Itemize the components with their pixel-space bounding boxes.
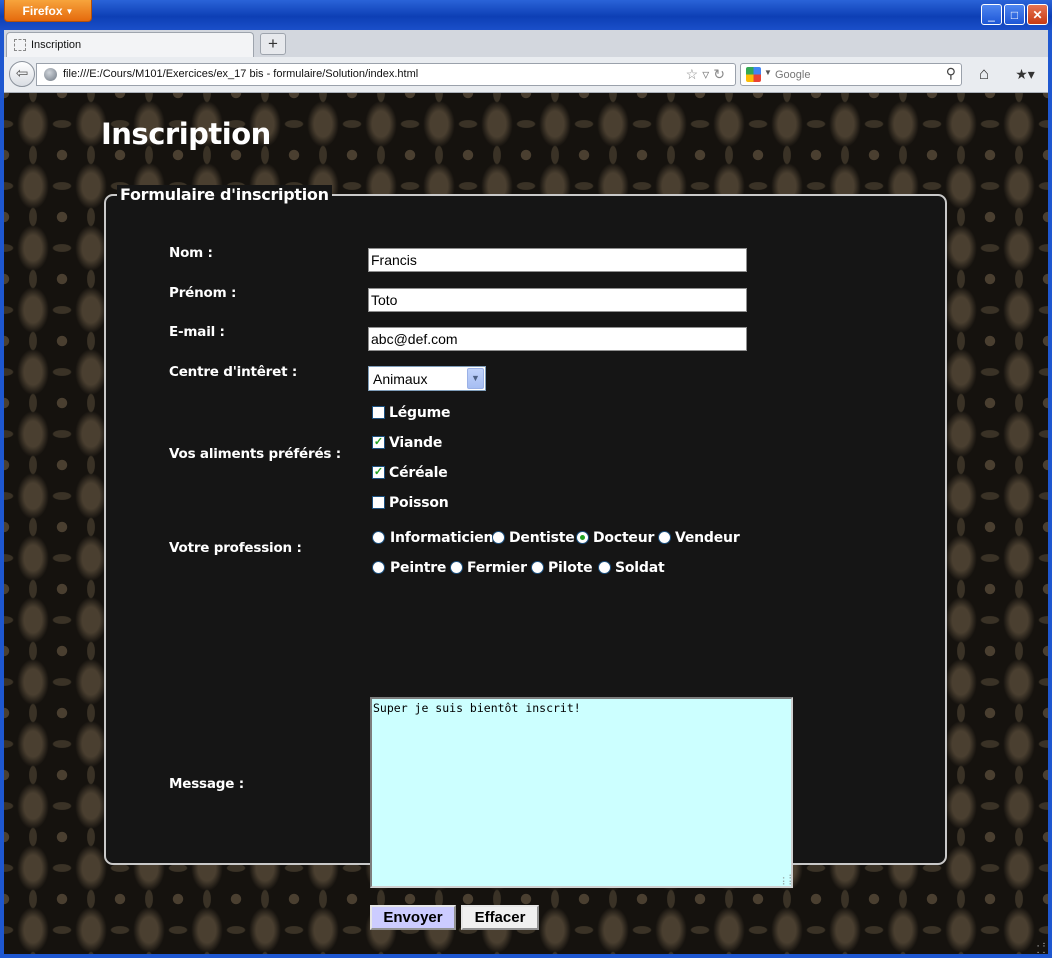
- close-button[interactable]: ✕: [1027, 4, 1048, 25]
- navigation-toolbar: ⇦ file:///E:/Cours/M101/Exercices/ex_17 …: [4, 57, 1048, 93]
- message-label: Message :: [169, 776, 244, 792]
- home-button[interactable]: ⌂: [972, 63, 996, 86]
- radio-pilote-label: Pilote: [548, 560, 593, 576]
- google-engine-icon[interactable]: [746, 67, 761, 82]
- textarea-resize-grip-icon[interactable]: ⠠⠰ ⠰⠰: [779, 872, 792, 887]
- tab-label: Inscription: [31, 39, 82, 51]
- profession-label: Votre profession :: [169, 540, 302, 556]
- url-bar-actions: ☆▿↻: [686, 66, 729, 83]
- radio-docteur-label: Docteur: [593, 530, 655, 546]
- email-input[interactable]: [368, 327, 747, 351]
- checkbox-legume-label: Légume: [389, 405, 451, 421]
- radio-dentiste[interactable]: [492, 531, 505, 544]
- checkbox-poisson-label: Poisson: [389, 495, 449, 511]
- minimize-button[interactable]: _: [981, 4, 1002, 25]
- prenom-label: Prénom :: [169, 285, 237, 301]
- bookmarks-button[interactable]: ★▾: [1007, 63, 1043, 86]
- checkbox-cereale-label: Céréale: [389, 465, 448, 481]
- interet-select[interactable]: Animaux ▼: [368, 366, 486, 391]
- radio-soldat-label: Soldat: [615, 560, 665, 576]
- bookmarks-star-icon: ★▾: [1015, 66, 1035, 82]
- aliments-label: Vos aliments préférés :: [169, 446, 341, 462]
- page-viewport: Inscription Formulaire d'inscription Nom…: [4, 93, 1048, 954]
- url-bar[interactable]: file:///E:/Cours/M101/Exercices/ex_17 bi…: [36, 63, 736, 86]
- radio-informaticien-label: Informaticien: [390, 530, 494, 546]
- submit-button[interactable]: Envoyer: [370, 905, 456, 930]
- reload-icon[interactable]: ↻: [713, 66, 729, 82]
- engine-dropdown-icon[interactable]: ▼: [764, 68, 772, 77]
- search-bar: ▼ ⚲: [740, 63, 962, 86]
- radio-informaticien[interactable]: [372, 531, 385, 544]
- select-chevron-down-icon[interactable]: ▼: [467, 368, 484, 389]
- radio-peintre-label: Peintre: [390, 560, 447, 576]
- radio-peintre[interactable]: [372, 561, 385, 574]
- interet-label: Centre d'intêret :: [169, 364, 298, 380]
- radio-vendeur-label: Vendeur: [675, 530, 740, 546]
- window-frame-bottom: [0, 954, 1052, 958]
- bookmark-star-icon[interactable]: ☆: [686, 66, 703, 82]
- chevron-down-icon: ▼: [65, 7, 74, 16]
- page-favicon-icon: [14, 39, 26, 51]
- checkbox-legume[interactable]: [372, 406, 385, 419]
- home-icon: ⌂: [978, 64, 990, 83]
- checkbox-poisson[interactable]: [372, 496, 385, 509]
- page-title: Inscription: [101, 117, 271, 151]
- radio-fermier[interactable]: [450, 561, 463, 574]
- radio-docteur[interactable]: [576, 531, 589, 544]
- nom-input[interactable]: [368, 248, 747, 272]
- search-input[interactable]: [775, 66, 935, 83]
- nom-label: Nom :: [169, 245, 213, 261]
- radio-dentiste-label: Dentiste: [509, 530, 575, 546]
- window-resize-grip-icon[interactable]: ⠠⠰ ⠰⠰: [1034, 940, 1046, 954]
- back-arrow-icon: ⇦: [15, 65, 29, 82]
- tab-inscription[interactable]: Inscription: [6, 32, 254, 57]
- checkbox-viande-label: Viande: [389, 435, 443, 451]
- window-frame-right: [1048, 30, 1052, 958]
- firefox-menu-label: Firefox: [22, 4, 63, 18]
- window-controls: _ □ ✕: [981, 4, 1048, 25]
- radio-soldat[interactable]: [598, 561, 611, 574]
- globe-icon: [44, 68, 57, 81]
- maximize-button[interactable]: □: [1004, 4, 1025, 25]
- radio-vendeur[interactable]: [658, 531, 671, 544]
- reset-button[interactable]: Effacer: [461, 905, 539, 930]
- radio-pilote[interactable]: [531, 561, 544, 574]
- interet-selected-value: Animaux: [373, 371, 428, 387]
- window-titlebar: Firefox ▼ _ □ ✕: [0, 0, 1052, 30]
- history-dropdown-icon[interactable]: ▿: [702, 66, 713, 82]
- tab-bar: Inscription +: [4, 30, 1048, 57]
- fieldset-legend: Formulaire d'inscription: [117, 185, 332, 204]
- new-tab-button[interactable]: +: [260, 33, 286, 55]
- checkbox-cereale[interactable]: ✓: [372, 466, 385, 479]
- back-button[interactable]: ⇦: [9, 61, 35, 87]
- radio-fermier-label: Fermier: [467, 560, 527, 576]
- message-textarea[interactable]: Super je suis bientôt inscrit!: [370, 697, 793, 888]
- search-magnifier-icon[interactable]: ⚲: [946, 65, 956, 82]
- url-text: file:///E:/Cours/M101/Exercices/ex_17 bi…: [63, 68, 419, 80]
- registration-fieldset: Formulaire d'inscription Nom : Prénom : …: [104, 185, 947, 930]
- prenom-input[interactable]: [368, 288, 747, 312]
- email-label: E-mail :: [169, 324, 225, 340]
- firefox-menu-button[interactable]: Firefox ▼: [4, 0, 92, 22]
- checkbox-viande[interactable]: ✓: [372, 436, 385, 449]
